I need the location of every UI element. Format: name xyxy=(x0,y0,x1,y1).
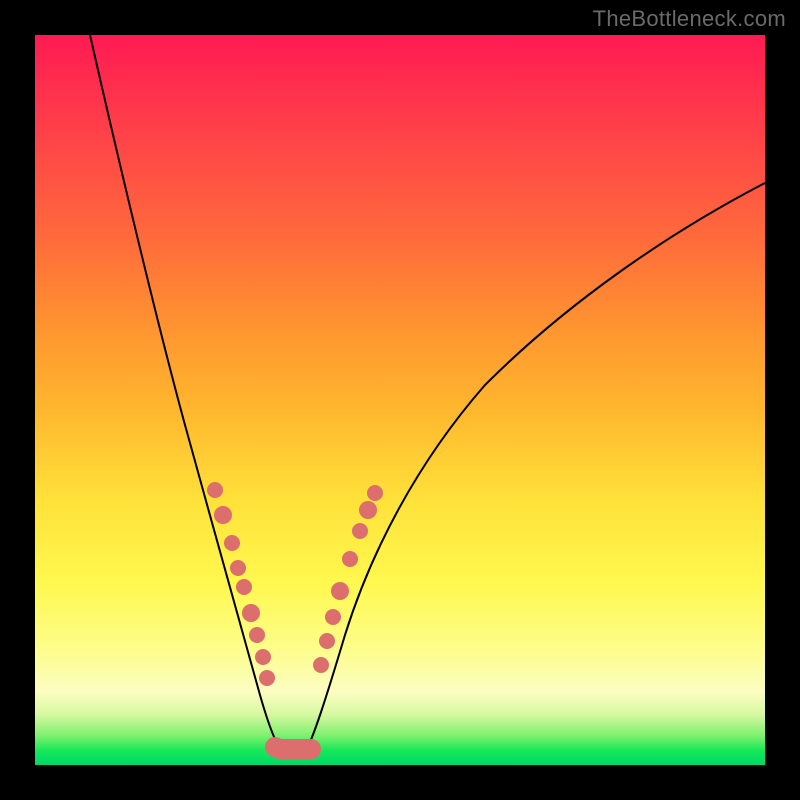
marker-dot xyxy=(331,582,349,600)
marker-dot xyxy=(359,501,377,519)
marker-dot xyxy=(259,670,275,686)
marker-dot xyxy=(230,560,246,576)
marker-dot xyxy=(352,523,368,539)
curves-svg xyxy=(35,35,765,765)
marker-dot xyxy=(249,627,265,643)
marker-dot xyxy=(342,551,358,567)
chart-frame: TheBottleneck.com xyxy=(0,0,800,800)
marker-dot xyxy=(319,633,335,649)
marker-dot xyxy=(207,482,223,498)
marker-dot xyxy=(236,579,252,595)
marker-dot xyxy=(313,657,329,673)
marker-dot xyxy=(214,506,232,524)
marker-dot xyxy=(242,604,260,622)
watermark-text: TheBottleneck.com xyxy=(593,6,786,32)
marker-dot xyxy=(301,739,321,759)
marker-dot xyxy=(325,609,341,625)
left-curve xyxy=(90,35,287,757)
plot-area xyxy=(35,35,765,765)
marker-dot xyxy=(367,485,383,501)
marker-dot xyxy=(224,535,240,551)
marker-dot xyxy=(265,737,285,757)
marker-dot xyxy=(255,649,271,665)
right-curve xyxy=(303,183,765,757)
